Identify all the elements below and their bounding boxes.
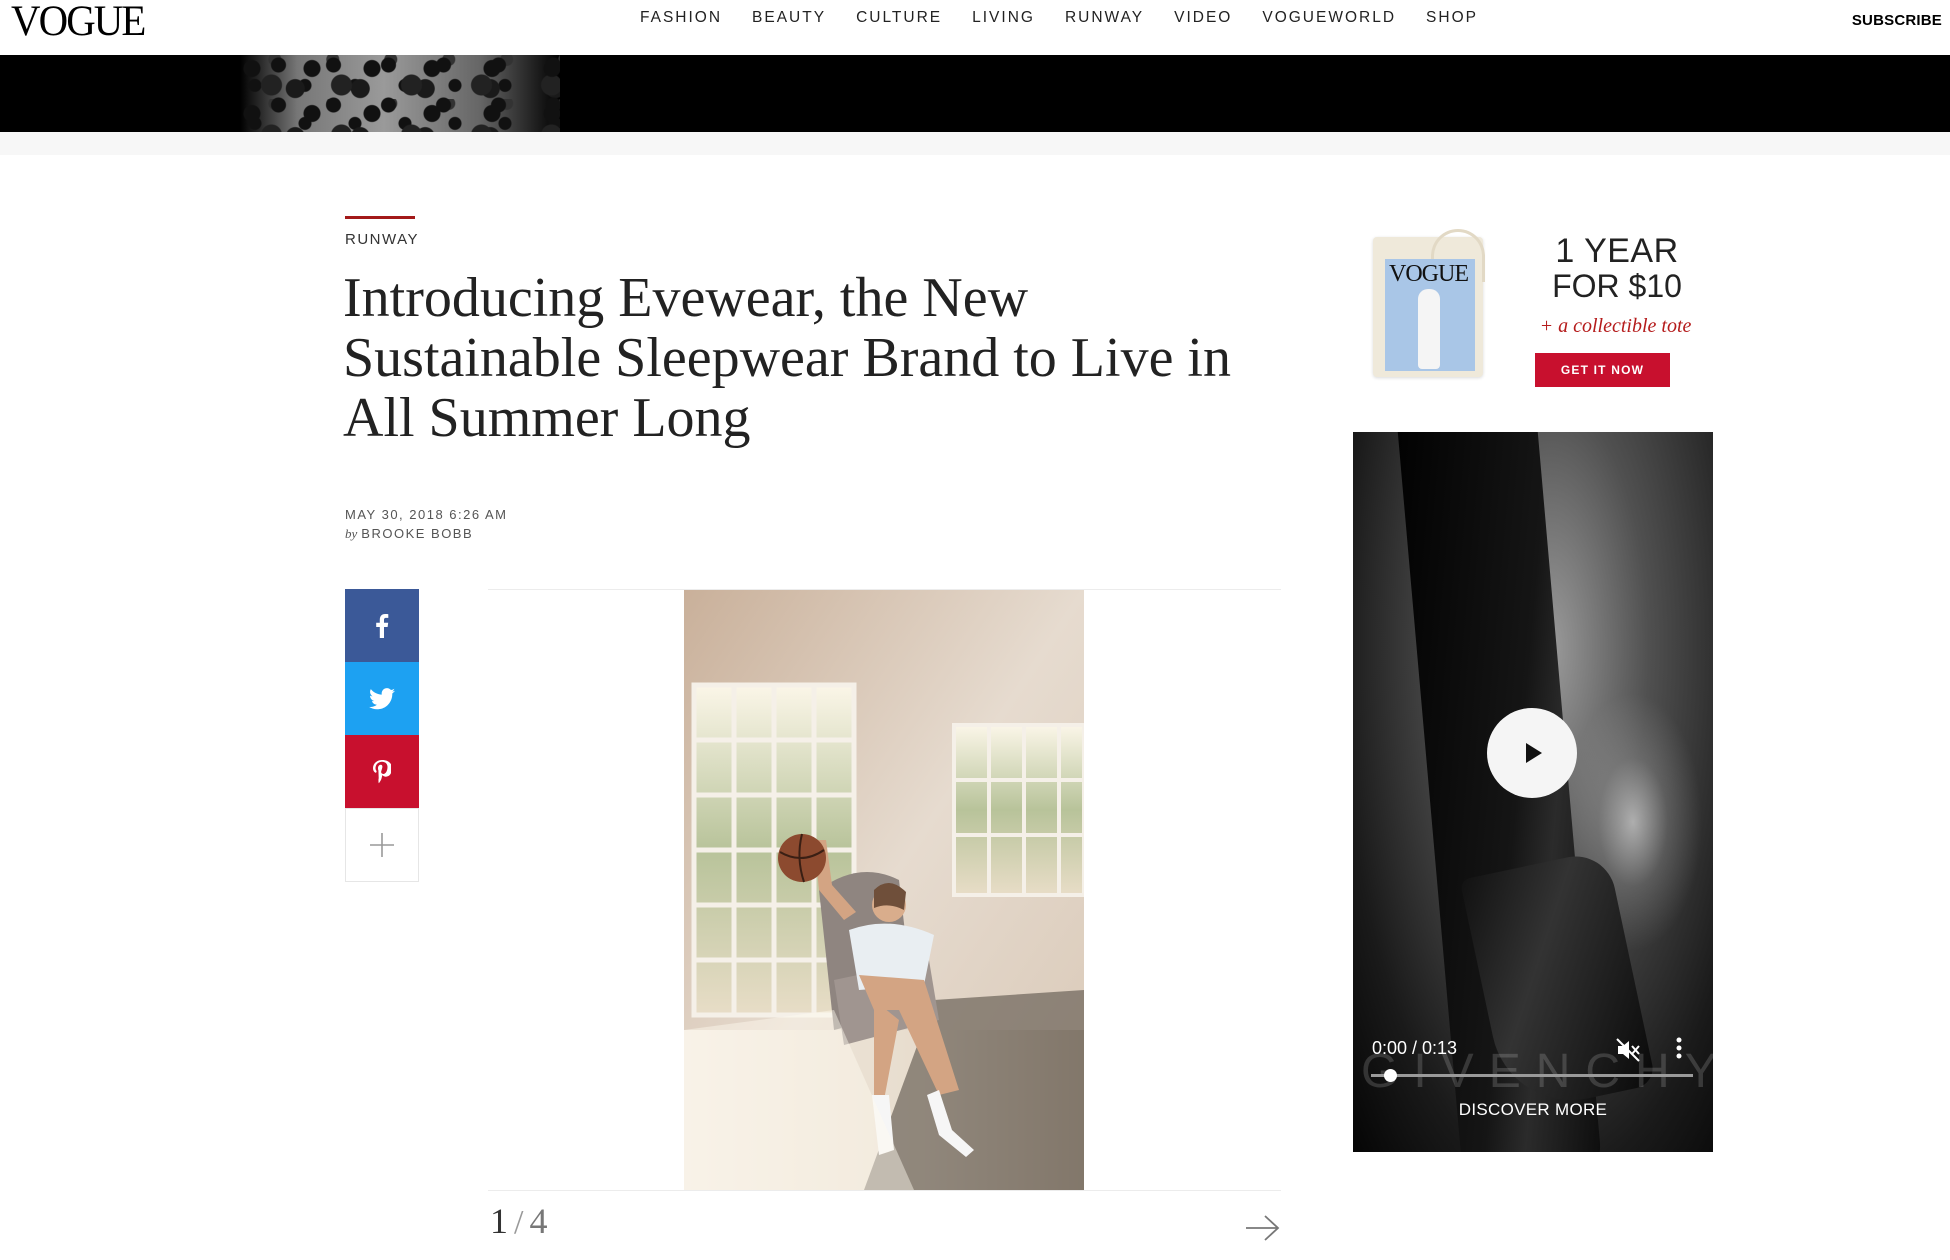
pinterest-icon [373,759,391,783]
video-progress-track[interactable] [1371,1074,1693,1077]
share-pinterest-button[interactable] [345,735,419,808]
byline-prefix: by [345,526,358,541]
main-nav: FASHION BEAUTY CULTURE LIVING RUNWAY VID… [640,9,1508,27]
banner-divider [0,132,1950,155]
tote-figure [1418,289,1440,369]
slide-counter: 1/4 [490,1200,547,1242]
discover-more-link[interactable]: DISCOVER MORE [1353,1100,1713,1120]
nav-link-fashion[interactable]: FASHION [640,9,722,27]
article-headline: Introducing Evewear, the New Sustainable… [343,267,1231,449]
offer-tote-text: + a collectible tote [1539,315,1692,337]
slide-separator: / [514,1204,524,1241]
kebab-menu-icon [1676,1037,1682,1059]
video-time: 0:00 / 0:13 [1372,1038,1458,1058]
get-it-now-button[interactable]: GET IT NOW [1535,353,1670,387]
nav-link-shop[interactable]: SHOP [1426,9,1478,27]
slide-current: 1 [490,1201,508,1241]
video-ad[interactable]: GIVENCHY 0:00 / 0:13 DISCOVER MORE [1353,432,1713,1152]
slide-total: 4 [529,1201,548,1241]
video-mute-button[interactable] [1615,1037,1641,1068]
twitter-icon [369,687,395,709]
author-link[interactable]: BROOKE BOBB [361,526,473,541]
tote-vogue-logo: VOGUE [1389,261,1469,287]
top-navigation: VOGUE FASHION BEAUTY CULTURE LIVING RUNW… [0,0,1950,55]
nav-link-runway[interactable]: RUNWAY [1065,9,1144,27]
arrow-right-icon [1246,1215,1280,1241]
video-play-button[interactable] [1487,708,1577,798]
publish-date: MAY 30, 2018 6:26 AM [345,507,508,522]
gallery-next-button[interactable] [1245,1213,1281,1248]
gallery-photo[interactable] [684,590,1084,1190]
share-facebook-button[interactable] [345,589,419,662]
share-more-button[interactable] [345,808,419,882]
tote-bag-image: VOGUE [1373,229,1485,377]
video-progress-handle[interactable] [1383,1069,1397,1082]
muted-speaker-icon [1616,1038,1640,1062]
banner-ad-image [240,55,560,132]
banner-ad[interactable] [0,55,1950,132]
nav-link-culture[interactable]: CULTURE [856,9,942,27]
rubric-label[interactable]: RUNWAY [345,231,419,248]
nav-link-vogueworld[interactable]: VOGUEWORLD [1262,9,1396,27]
nav-link-beauty[interactable]: BEAUTY [752,9,826,27]
offer-duration: 1 YEAR [1555,232,1679,270]
offer-price: FOR $10 [1552,268,1682,304]
share-rail [345,589,419,882]
nav-link-video[interactable]: VIDEO [1174,9,1232,27]
rubric-rule [345,216,415,219]
video-menu-button[interactable] [1675,1036,1683,1065]
plus-icon [370,833,394,857]
byline: by BROOKE BOBB [345,526,473,542]
subscription-ad[interactable]: VOGUE 1 YEAR FOR $10 + a collectible tot… [1353,223,1705,393]
nav-link-living[interactable]: LIVING [972,9,1035,27]
share-twitter-button[interactable] [345,662,419,735]
gallery-bottom-rule [488,1190,1281,1191]
gallery-photo-illustration [684,590,1084,1190]
vogue-logo[interactable]: VOGUE [11,0,146,44]
play-icon [1526,743,1542,763]
facebook-icon [376,613,389,638]
subscribe-link[interactable]: SUBSCRIBE [1852,12,1942,29]
